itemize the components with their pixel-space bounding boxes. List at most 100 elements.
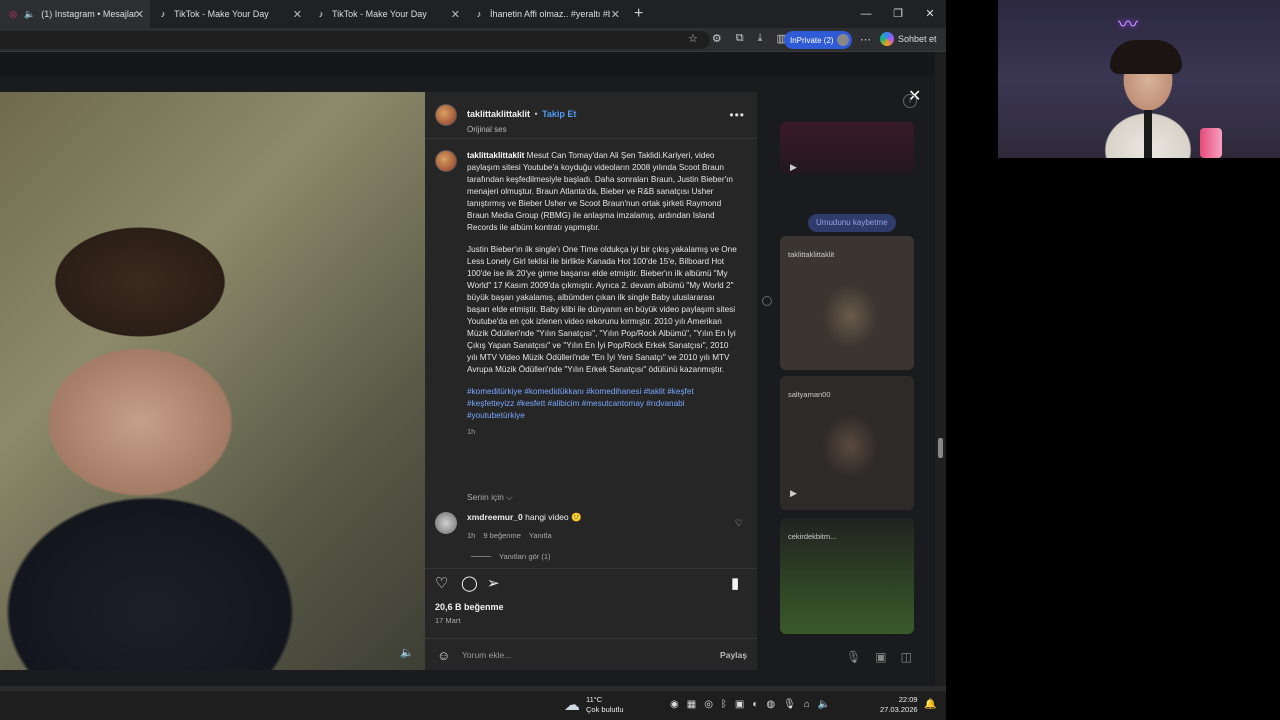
speaker-icon[interactable]: 🔈 xyxy=(818,699,830,710)
post-video[interactable]: 🔈 xyxy=(0,92,425,670)
mute-icon[interactable]: 🔈 xyxy=(24,9,35,20)
actions-divider xyxy=(425,568,757,569)
comment-likes[interactable]: 9 beğenme xyxy=(483,531,521,540)
minimize-icon[interactable]: — xyxy=(850,0,882,28)
inprivate-button[interactable]: InPrivate (2) xyxy=(784,31,852,49)
commenter-username[interactable]: xmdreemur_0 xyxy=(467,512,523,522)
notification-bell-icon[interactable]: 🔔 xyxy=(924,699,936,710)
volume-icon[interactable]: 🔈 xyxy=(400,646,414,659)
weather-temp: 11°C xyxy=(586,695,603,704)
weather-desc: Çok bulutlu xyxy=(586,705,624,714)
shared-reel-card[interactable]: cekirdekbitm... xyxy=(780,518,914,634)
close-tab-icon[interactable]: ✕ xyxy=(611,8,620,21)
chat-button[interactable]: Sohbet et xyxy=(880,32,937,46)
black-area xyxy=(946,158,1280,720)
caption-text-1: Mesut Can Tomay'dan Ali Şen Taklidi.Kari… xyxy=(467,151,733,232)
tray-app-icon[interactable]: ◉ xyxy=(670,699,679,710)
comment-input[interactable]: Yorum ekle... xyxy=(462,650,511,660)
reel-play-icon: ▶ xyxy=(790,162,797,172)
image-icon[interactable]: ▣ xyxy=(875,650,886,664)
tab-label: TikTok - Make Your Day xyxy=(174,9,269,19)
comment-filter-dropdown[interactable]: Senin için ⌵ xyxy=(467,492,513,503)
commenter-avatar[interactable] xyxy=(435,512,457,534)
instagram-icon: ◎ xyxy=(9,8,17,19)
more-options-icon[interactable]: ⋯ xyxy=(860,33,871,46)
scrollbar-thumb[interactable] xyxy=(938,438,943,458)
hashtag-list[interactable]: #komeditürkiye #komedidükkanı #komedihan… xyxy=(467,386,739,422)
microphone-icon[interactable]: 🎙 xyxy=(783,699,796,710)
page-scrollbar[interactable] xyxy=(935,52,946,686)
copilot-icon xyxy=(880,32,894,46)
reply-button[interactable]: Yanıtla xyxy=(529,531,552,540)
tiktok-icon: ♪ xyxy=(160,9,166,19)
tab-label: (1) Instagram • Mesajlar xyxy=(41,9,137,19)
tiktok-icon: ♪ xyxy=(476,9,482,19)
tiktok-icon: ♪ xyxy=(318,9,324,19)
comment-box: ☺ Yorum ekle... Paylaş xyxy=(425,638,757,670)
system-tray: ◉ ▦ ◎ ᛒ ▣ ◐ ◍ 🎙 ⌂ 🔈 xyxy=(670,699,830,710)
tray-app-icon[interactable]: ▦ xyxy=(687,699,696,710)
audio-label[interactable]: Orijinal ses xyxy=(467,125,576,134)
post-date: 17 Mart xyxy=(435,616,461,625)
tab-label: TikTok - Make Your Day xyxy=(332,9,427,19)
tray-app-icon[interactable]: ◍ xyxy=(766,699,775,710)
neon-wave-icon: 〰 xyxy=(1118,14,1138,36)
like-heart-icon[interactable]: ♡ xyxy=(435,574,448,592)
tab-instagram[interactable]: ◎ 🔈 (1) Instagram • Mesajlar ✕ xyxy=(0,0,150,28)
caption-text-2: Justin Bieber'ın ilk single'ı One Time o… xyxy=(467,245,737,374)
collections-icon[interactable]: ⧉ xyxy=(736,32,744,45)
close-tab-icon[interactable]: ✕ xyxy=(451,8,460,21)
favorite-star-icon[interactable]: ☆ xyxy=(688,32,698,45)
shared-reel-card[interactable]: ▶ xyxy=(780,122,914,174)
close-window-icon[interactable]: ✕ xyxy=(914,0,946,28)
author-username[interactable]: taklittaklittaklit xyxy=(467,109,530,119)
post-header: taklittaklittaklit • Takip Et Orijinal s… xyxy=(435,104,576,134)
url-field[interactable] xyxy=(0,31,710,49)
emoji-icon[interactable]: ☺ xyxy=(437,648,450,663)
sticker-icon[interactable]: ◫ xyxy=(901,650,912,664)
toolbar-icons: ☆ ⚙ ⧉ ⤓ ▥ xyxy=(688,32,787,45)
see-replies-button[interactable]: Yanıtları gör (1) xyxy=(471,552,551,561)
bluetooth-icon[interactable]: ᛒ xyxy=(721,699,727,710)
follow-button[interactable]: Takip Et xyxy=(542,109,576,119)
comment-icon[interactable]: ◯ xyxy=(461,574,478,592)
download-icon[interactable]: ⤓ xyxy=(758,32,763,45)
tray-app-icon[interactable]: ◎ xyxy=(704,699,713,710)
share-send-icon[interactable]: ➢ xyxy=(487,574,500,592)
webcam-person xyxy=(1110,40,1182,74)
microphone-icon[interactable]: 🎙 xyxy=(846,650,861,664)
weather-widget[interactable]: ☁ 11°C Çok bulutlu xyxy=(564,695,624,715)
taskbar-clock[interactable]: 22:09 27.03.2026 xyxy=(880,695,918,715)
new-tab-icon[interactable]: + xyxy=(634,5,643,23)
close-tab-icon[interactable]: ✕ xyxy=(293,8,302,21)
info-icon[interactable]: i xyxy=(903,94,917,108)
likes-count[interactable]: 20,6 B beğenme xyxy=(435,602,504,612)
tab-label: İhanetin Affi olmaz.. #yeraltı #boz xyxy=(490,9,610,19)
tray-app-icon[interactable]: ◐ xyxy=(752,699,758,710)
chat-label: Sohbet et xyxy=(898,34,937,44)
more-options-icon[interactable]: ••• xyxy=(729,108,745,122)
comment-like-icon[interactable]: ♡ xyxy=(735,518,743,529)
address-bar: ☆ ⚙ ⧉ ⤓ ▥ InPrivate (2) ⋯ Sohbet et xyxy=(0,28,946,52)
comment-text: hangi video 😕 xyxy=(525,512,582,522)
network-icon[interactable]: ⌂ xyxy=(804,699,810,710)
browser-tab-bar: ◎ 🔈 (1) Instagram • Mesajlar ✕ ♪ TikTok … xyxy=(0,0,946,28)
shared-reel-card[interactable]: saltyaman00 ▶ xyxy=(780,376,914,510)
tab-tiktok-2[interactable]: ♪ TikTok - Make Your Day ✕ xyxy=(308,0,466,28)
tab-tiktok-3[interactable]: ♪ İhanetin Affi olmaz.. #yeraltı #boz ✕ xyxy=(466,0,626,28)
post-actions: ♡ ◯ ➢ ▮ xyxy=(435,574,747,594)
caption-username[interactable]: taklittaklittaklit xyxy=(467,151,524,160)
see-replies-label: Yanıtları gör (1) xyxy=(499,552,551,561)
author-avatar[interactable] xyxy=(435,104,457,126)
tray-app-icon[interactable]: ▣ xyxy=(735,699,744,710)
bookmark-icon[interactable]: ▮ xyxy=(731,574,739,592)
caption-avatar[interactable] xyxy=(435,150,457,172)
restore-icon[interactable]: ❐ xyxy=(882,0,914,28)
dm-input-icons: 🎙 ▣ ◫ xyxy=(846,650,912,664)
post-comment-button[interactable]: Paylaş xyxy=(720,650,747,660)
shared-reel-card[interactable]: taklittaklittaklit xyxy=(780,236,914,370)
tab-tiktok-1[interactable]: ♪ TikTok - Make Your Day ✕ xyxy=(150,0,308,28)
extensions-icon[interactable]: ⚙ xyxy=(712,32,722,45)
close-tab-icon[interactable]: ✕ xyxy=(135,8,144,21)
webcam-feed: 〰 xyxy=(998,0,1280,158)
